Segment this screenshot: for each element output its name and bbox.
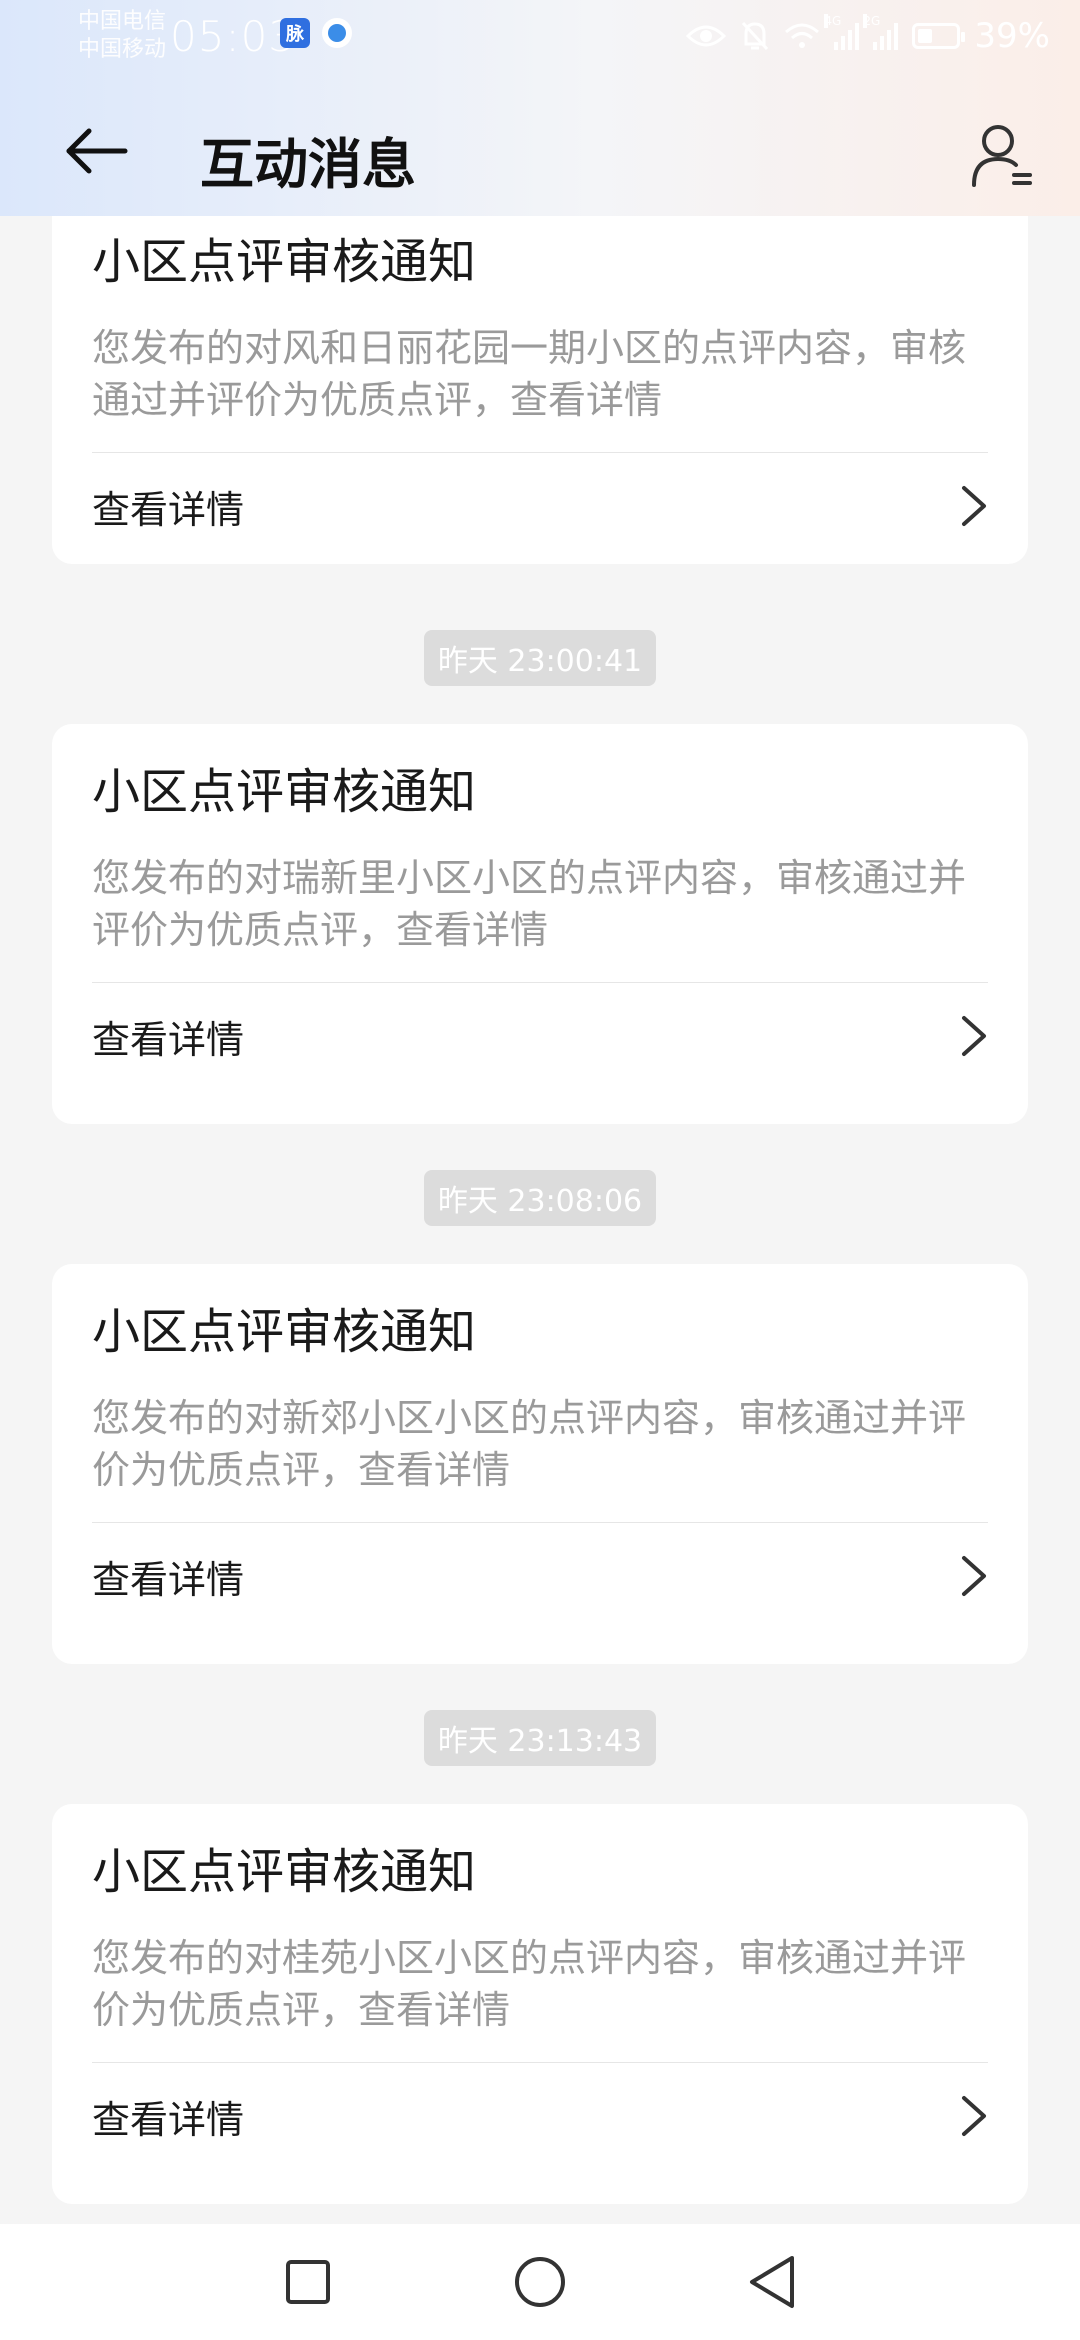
message-timestamp: 昨天 23:13:43 <box>424 1710 656 1766</box>
back-arrow-icon <box>66 128 128 174</box>
user-settings-button[interactable] <box>962 116 1042 196</box>
message-body: 您发布的对风和日丽花园一期小区的点评内容，审核通过并评价为优质点评，查看详情 <box>92 326 967 422</box>
triangle-back-icon <box>750 2256 794 2308</box>
view-details-button[interactable]: 查看详情 <box>92 453 988 559</box>
view-details-button[interactable]: 查看详情 <box>92 2063 988 2169</box>
recent-apps-button[interactable] <box>276 2250 340 2314</box>
eye-icon <box>686 25 727 47</box>
status-bar: 中国电信 中国移动 05:03 脉 4G 2G 39% <box>0 0 1080 78</box>
message-list[interactable]: 小区点评审核通知 您发布的对风和日丽花园一期小区的点评内容，审核通过并评价为优质… <box>0 216 1080 2224</box>
page-title: 互动消息 <box>200 133 416 196</box>
view-details-button[interactable]: 查看详情 <box>92 983 988 1089</box>
view-details-label: 查看详情 <box>92 1557 245 1602</box>
carrier-info: 中国电信 中国移动 <box>78 8 166 64</box>
browser-app-icon <box>322 18 352 48</box>
square-icon <box>286 2260 330 2304</box>
message-title: 小区点评审核通知 <box>92 1304 477 1360</box>
user-icon <box>972 125 1032 187</box>
nav-bar: 互动消息 <box>0 78 1080 216</box>
chevron-right-icon <box>962 2096 986 2136</box>
status-indicators: 4G 2G 39% <box>686 14 1050 58</box>
system-navigation-bar <box>0 2224 1080 2340</box>
message-card: 小区点评审核通知 您发布的对桂苑小区小区的点评内容，审核通过并评价为优质点评，查… <box>52 1804 1028 2204</box>
carrier-1: 中国电信 <box>78 9 167 34</box>
message-timestamp: 昨天 23:08:06 <box>424 1170 656 1226</box>
battery-icon <box>912 23 966 49</box>
message-card: 小区点评审核通知 您发布的对瑞新里小区小区的点评内容，审核通过并评价为优质点评，… <box>52 724 1028 1124</box>
circle-icon <box>515 2257 565 2307</box>
back-button[interactable] <box>52 116 142 186</box>
battery-percent: 39% <box>974 16 1050 56</box>
message-card: 小区点评审核通知 您发布的对风和日丽花园一期小区的点评内容，审核通过并评价为优质… <box>52 216 1028 564</box>
network-tag-1: 4G <box>824 14 842 28</box>
status-time: 05:03 <box>170 12 297 61</box>
header: 中国电信 中国移动 05:03 脉 4G 2G 39% 互动消息 <box>0 0 1080 216</box>
view-details-button[interactable]: 查看详情 <box>92 1523 988 1629</box>
message-title: 小区点评审核通知 <box>92 1844 477 1900</box>
network-tag-2: 2G <box>863 14 881 28</box>
carrier-2: 中国移动 <box>78 37 167 62</box>
back-nav-button[interactable] <box>740 2250 804 2314</box>
chevron-right-icon <box>962 1556 986 1596</box>
signal-2g-icon: 2G <box>863 14 899 50</box>
view-details-label: 查看详情 <box>92 2097 245 2142</box>
message-title: 小区点评审核通知 <box>92 764 477 820</box>
view-details-label: 查看详情 <box>92 487 245 532</box>
message-card: 小区点评审核通知 您发布的对新郊小区小区的点评内容，审核通过并评价为优质点评，查… <box>52 1264 1028 1664</box>
message-timestamp: 昨天 23:00:41 <box>424 630 656 686</box>
home-button[interactable] <box>508 2250 572 2314</box>
message-body: 您发布的对桂苑小区小区的点评内容，审核通过并评价为优质点评，查看详情 <box>92 1936 967 2032</box>
mute-bell-icon <box>742 21 769 51</box>
mai-app-icon: 脉 <box>280 18 310 48</box>
message-body: 您发布的对新郊小区小区的点评内容，审核通过并评价为优质点评，查看详情 <box>92 1396 967 1492</box>
battery-level <box>918 29 933 43</box>
message-title: 小区点评审核通知 <box>92 234 477 290</box>
signal-4g-icon: 4G <box>824 14 860 50</box>
view-details-label: 查看详情 <box>92 1017 245 1062</box>
wifi-icon <box>785 23 820 48</box>
chevron-right-icon <box>962 1016 986 1056</box>
message-body: 您发布的对瑞新里小区小区的点评内容，审核通过并评价为优质点评，查看详情 <box>92 856 967 952</box>
chevron-right-icon <box>962 486 986 526</box>
